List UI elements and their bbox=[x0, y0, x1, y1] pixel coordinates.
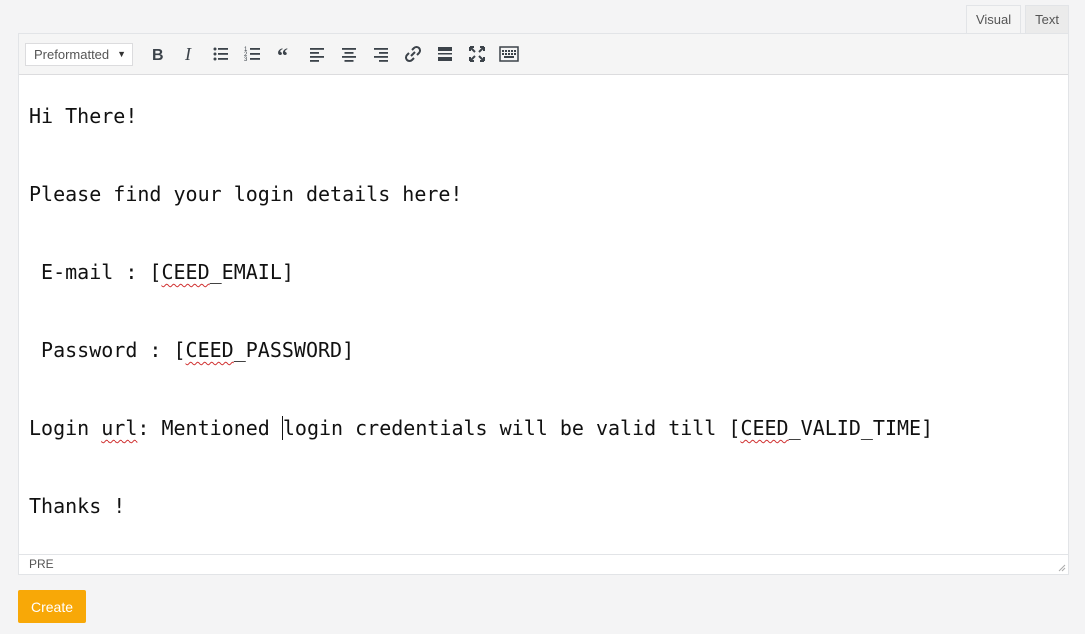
svg-text:“: “ bbox=[277, 44, 288, 64]
email-token: CEED bbox=[161, 260, 210, 284]
thanks-line: Thanks ! bbox=[29, 494, 126, 518]
link-button[interactable] bbox=[397, 40, 429, 68]
resize-handle-icon[interactable] bbox=[1056, 562, 1066, 572]
bold-icon: B bbox=[152, 47, 164, 64]
link-icon bbox=[404, 45, 422, 63]
password-rest: _PASSWORD] bbox=[233, 338, 355, 362]
fullscreen-button[interactable] bbox=[461, 40, 493, 68]
svg-text:I: I bbox=[184, 44, 192, 64]
element-path[interactable]: PRE bbox=[29, 557, 54, 571]
password-line: Password : [CEED_PASSWORD] bbox=[29, 338, 354, 362]
tab-text[interactable]: Text bbox=[1025, 5, 1069, 34]
editor-mode-tabs: Visual Text bbox=[962, 5, 1069, 34]
editor-content[interactable]: Hi There! Please find your login details… bbox=[19, 76, 1068, 554]
login-mid: : Mentioned bbox=[137, 416, 282, 440]
format-select[interactable]: Preformatted ▼ bbox=[25, 42, 133, 66]
blockquote-icon: “ bbox=[277, 44, 288, 64]
email-rest: _EMAIL] bbox=[209, 260, 294, 284]
editor-toolbar: Preformatted ▼ B I 1 2 3 “ bbox=[19, 34, 1068, 75]
align-left-icon bbox=[310, 48, 324, 62]
login-token: CEED bbox=[740, 416, 789, 440]
numbered-list-button[interactable]: 1 2 3 bbox=[237, 40, 269, 68]
bullet-list-icon bbox=[213, 47, 228, 61]
align-right-button[interactable] bbox=[365, 40, 397, 68]
align-right-icon bbox=[374, 48, 388, 62]
italic-icon: I bbox=[184, 44, 192, 64]
chevron-down-icon: ▼ bbox=[117, 49, 126, 59]
toolbar-toggle-icon bbox=[499, 46, 519, 62]
read-more-icon bbox=[438, 47, 452, 61]
align-center-button[interactable] bbox=[333, 40, 365, 68]
align-left-button[interactable] bbox=[301, 40, 333, 68]
fullscreen-icon bbox=[469, 46, 485, 62]
email-label: E-mail : [ bbox=[29, 260, 162, 284]
read-more-button[interactable] bbox=[429, 40, 461, 68]
intro-line: Please find your login details here! bbox=[29, 182, 463, 206]
toolbar-toggle-button[interactable] bbox=[493, 40, 525, 68]
svg-text:3: 3 bbox=[244, 57, 248, 63]
password-token: CEED bbox=[185, 338, 234, 362]
login-url-word: url bbox=[101, 416, 138, 440]
bold-button[interactable]: B bbox=[141, 40, 173, 68]
rich-text-editor: Preformatted ▼ B I 1 2 3 “ Hi There! Ple… bbox=[18, 33, 1069, 575]
editor-statusbar: PRE bbox=[19, 554, 1068, 574]
bullet-list-button[interactable] bbox=[205, 40, 237, 68]
login-line: Login url: Mentioned login credentials w… bbox=[29, 416, 933, 440]
greeting-line: Hi There! bbox=[29, 104, 138, 128]
format-select-value: Preformatted bbox=[34, 46, 110, 62]
numbered-list-icon: 1 2 3 bbox=[244, 47, 260, 63]
blockquote-button[interactable]: “ bbox=[269, 40, 301, 68]
login-rest: _VALID_TIME] bbox=[788, 416, 934, 440]
align-center-icon bbox=[342, 48, 356, 62]
text-caret: login credentials will be valid till [ bbox=[281, 416, 741, 440]
tab-visual[interactable]: Visual bbox=[965, 5, 1022, 34]
create-button[interactable]: Create bbox=[18, 590, 86, 623]
email-line: E-mail : [CEED_EMAIL] bbox=[29, 260, 294, 284]
italic-button[interactable]: I bbox=[173, 40, 205, 68]
svg-text:B: B bbox=[152, 47, 164, 64]
password-label: Password : [ bbox=[29, 338, 186, 362]
login-prefix: Login bbox=[29, 416, 102, 440]
